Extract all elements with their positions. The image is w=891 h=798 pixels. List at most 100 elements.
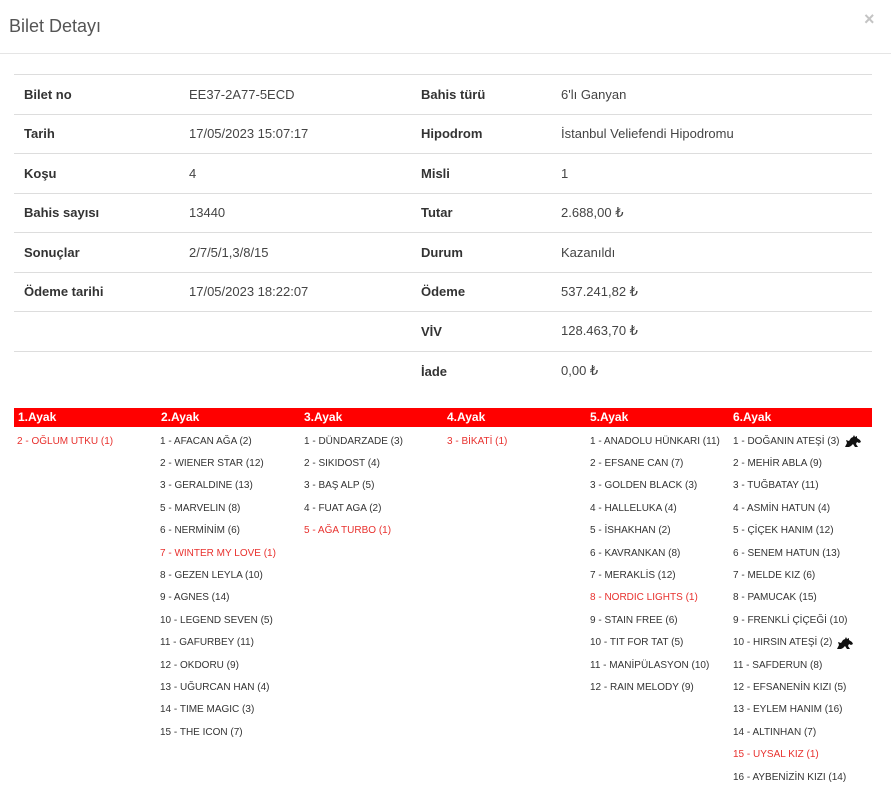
info-label: İade	[411, 350, 551, 391]
info-value: 1	[551, 153, 872, 193]
runner-label: 11 - GAFURBEY (11)	[160, 637, 254, 649]
info-row: Bahis sayısı 13440 Tutar 2.688,00 ₺	[14, 192, 872, 233]
runner-label: 7 - MERAKLİS (12)	[590, 570, 676, 582]
info-label: Bilet no	[14, 74, 179, 114]
runner-item: 2 - WIENER STAR (12)	[160, 452, 276, 474]
legs-header: 1.Ayak 2.Ayak 3.Ayak 4.Ayak 5.Ayak 6.Aya…	[14, 408, 872, 427]
runner-label: 5 - MARVELIN (8)	[160, 502, 241, 514]
runner-label: 15 - UYSAL KIZ (1)	[733, 749, 819, 761]
info-value: 6'lı Ganyan	[551, 74, 872, 114]
runner-item: 7 - MELDE KIZ (6)	[733, 564, 862, 586]
runner-item: 3 - GOLDEN BLACK (3)	[590, 475, 720, 497]
runner-label: 2 - OĞLUM UTKU (1)	[17, 435, 114, 447]
runner-item: 11 - GAFURBEY (11)	[160, 632, 276, 654]
runner-item: 13 - EYLEM HANIM (16)	[733, 699, 862, 721]
runner-label: 11 - MANİPÜLASYON (10)	[590, 659, 710, 671]
horse-icon	[844, 435, 861, 448]
runner-label: 5 - İSHAKHAN (2)	[590, 525, 671, 537]
runner-item: 12 - RAIN MELODY (9)	[590, 676, 720, 698]
info-value: 2/7/5/1,3/8/15	[179, 232, 411, 272]
runner-label: 13 - UĞURCAN HAN (4)	[160, 681, 270, 693]
runner-item-winner: 8 - NORDIC LIGHTS (1)	[590, 587, 720, 609]
leg-column-5: 1 - ANADOLU HÜNKARI (11) 2 - EFSANE CAN (…	[590, 430, 720, 699]
runner-item: 4 - FUAT AGA (2)	[304, 497, 403, 519]
info-label: Sonuçlar	[14, 232, 179, 272]
info-row: Tarih 17/05/2023 15:07:17 Hipodrom İstanbul…	[14, 113, 872, 154]
runner-item: 12 - OKDORU (9)	[160, 654, 276, 676]
runner-label: 8 - GEZEN LEYLA (10)	[160, 570, 263, 582]
runner-item: 2 - MEHİR ABLA (9)	[733, 452, 862, 474]
runner-item: 14 - ALTINHAN (7)	[733, 721, 862, 743]
runner-item: 11 - MANİPÜLASYON (10)	[590, 654, 720, 676]
runner-label: 14 - TIME MAGIC (3)	[160, 704, 255, 716]
info-value: 537.241,82 ₺	[551, 271, 872, 312]
info-value	[179, 311, 411, 351]
info-label: Ödeme	[411, 271, 551, 312]
info-label	[14, 311, 179, 351]
runner-item: 2 - SIKIDOST (4)	[304, 452, 403, 474]
runner-label: 12 - RAIN MELODY (9)	[590, 681, 694, 693]
runner-item: 14 - TIME MAGIC (3)	[160, 699, 276, 721]
runner-item: 1 - DÜNDARZADE (3)	[304, 430, 403, 452]
runner-label: 15 - THE ICON (7)	[160, 726, 243, 738]
runner-label: 2 - EFSANE CAN (7)	[590, 458, 684, 470]
info-value: Kazanıldı	[551, 232, 872, 272]
info-value: EE37-2A77-5ECD	[179, 74, 411, 114]
info-label: Tarih	[14, 113, 179, 154]
runner-label: 3 - TUĞBATAY (11)	[733, 480, 819, 492]
runner-item: 6 - SENEM HATUN (13)	[733, 542, 862, 564]
runner-label: 2 - MEHİR ABLA (9)	[733, 458, 822, 470]
runner-label: 9 - STAIN FREE (6)	[590, 614, 678, 626]
runner-item-winner: 3 - BİKATİ (1)	[447, 430, 507, 452]
runner-label: 16 - AYBENİZİN KIZI (14)	[733, 771, 847, 783]
leg-title-2: 2.Ayak	[161, 410, 200, 424]
runner-item: 4 - HALLELUKA (4)	[590, 497, 720, 519]
leg-column-4: 3 - BİKATİ (1)	[447, 430, 507, 452]
info-value: 2.688,00 ₺	[551, 192, 872, 233]
info-row: Bilet no EE37-2A77-5ECD Bahis türü 6'lı Gan…	[14, 74, 872, 114]
leg-column-2: 1 - AFACAN AĞA (2) 2 - WIENER STAR (12) 3 …	[160, 430, 276, 743]
runner-label: 10 - TIT FOR TAT (5)	[590, 637, 684, 649]
runner-label: 14 - ALTINHAN (7)	[733, 726, 817, 738]
runner-label: 8 - NORDIC LIGHTS (1)	[590, 592, 698, 604]
runner-label: 5 - AĞA TURBO (1)	[304, 525, 392, 537]
runner-item: 13 - UĞURCAN HAN (4)	[160, 676, 276, 698]
leg-title-1: 1.Ayak	[18, 410, 57, 424]
runner-label: 2 - SIKIDOST (4)	[304, 458, 380, 470]
runner-label: 10 - LEGEND SEVEN (5)	[160, 614, 273, 626]
runner-label: 1 - DOĞANIN ATEŞİ (3)	[733, 435, 840, 447]
runner-label: 3 - BAŞ ALP (5)	[304, 480, 375, 492]
runner-item: 3 - GERALDINE (13)	[160, 475, 276, 497]
runner-label: 5 - ÇİÇEK HANIM (12)	[733, 525, 834, 537]
runner-label: 1 - ANADOLU HÜNKARI (11)	[590, 435, 720, 447]
modal-title: Bilet Detayı	[9, 16, 102, 36]
leg-title-3: 3.Ayak	[304, 410, 343, 424]
horse-icon	[837, 636, 854, 649]
info-row: Koşu 4 Misli 1	[14, 153, 872, 193]
leg-title-4: 4.Ayak	[447, 410, 486, 424]
runner-label: 3 - GOLDEN BLACK (3)	[590, 480, 698, 492]
runner-label: 12 - EFSANENİN KIZI (5)	[733, 681, 847, 693]
runner-item: 12 - EFSANENİN KIZI (5)	[733, 676, 862, 698]
info-label	[14, 350, 179, 391]
runner-label: 2 - WIENER STAR (12)	[160, 458, 264, 470]
info-row: Sonuçlar 2/7/5/1,3/8/15 Durum Kazanıldı	[14, 232, 872, 272]
runner-item: 9 - AGNES (14)	[160, 587, 276, 609]
runner-item: 5 - İSHAKHAN (2)	[590, 520, 720, 542]
runner-item: 5 - MARVELIN (8)	[160, 497, 276, 519]
runner-label: 10 - HIRSIN ATEŞİ (2)	[733, 637, 833, 649]
runner-label: 1 - DÜNDARZADE (3)	[304, 435, 403, 447]
runner-item-winner: 2 - OĞLUM UTKU (1)	[17, 430, 113, 452]
leg-title-5: 5.Ayak	[590, 410, 629, 424]
runner-item: 6 - NERMİNİM (6)	[160, 520, 276, 542]
runner-item: 5 - ÇİÇEK HANIM (12)	[733, 520, 862, 542]
info-label: Ödeme tarihi	[14, 271, 179, 312]
info-value: 128.463,70 ₺	[551, 311, 872, 351]
runner-label: 11 - SAFDERUN (8)	[733, 659, 823, 671]
close-button[interactable]: ×	[864, 10, 875, 28]
runner-item: 3 - BAŞ ALP (5)	[304, 475, 403, 497]
runner-label: 12 - OKDORU (9)	[160, 659, 239, 671]
info-value: 17/05/2023 15:07:17	[179, 113, 411, 154]
info-label: Misli	[411, 153, 551, 193]
runner-item: 3 - TUĞBATAY (11)	[733, 475, 862, 497]
